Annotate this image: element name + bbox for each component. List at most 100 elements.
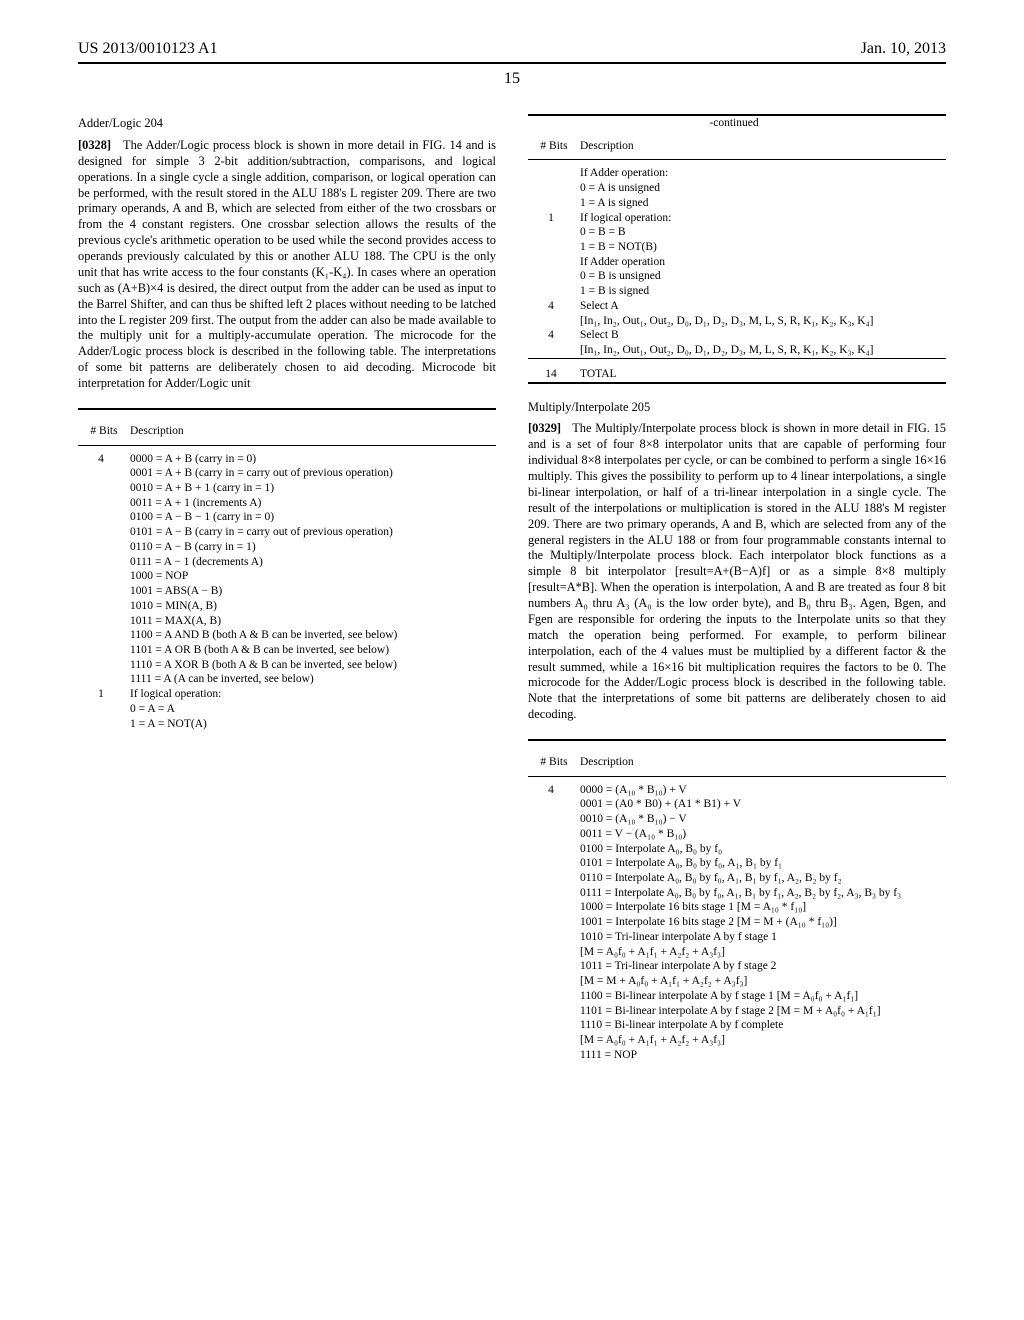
total-label: TOTAL bbox=[580, 361, 946, 383]
table-row: 0 = A = A bbox=[78, 702, 496, 717]
desc-cell: 1 = B = NOT(B) bbox=[580, 240, 946, 255]
bits-cell bbox=[528, 1004, 580, 1019]
bits-cell bbox=[78, 525, 130, 540]
desc-cell: [M = M + A₀f₀ + A₁f₁ + A₂f₂ + A₃f₃] bbox=[580, 974, 946, 989]
bits-cell: 1 bbox=[528, 211, 580, 226]
table-row: 1000 = NOP bbox=[78, 569, 496, 584]
table-row: 1110 = A XOR B (both A & B can be invert… bbox=[78, 658, 496, 673]
table-row: 0111 = Interpolate A₀, B₀ by f₀, A₁, B₁ … bbox=[528, 886, 946, 901]
patent-page: US 2013/0010123 A1 Jan. 10, 2013 15 Adde… bbox=[0, 0, 1024, 1320]
desc-cell: 1110 = A XOR B (both A & B can be invert… bbox=[130, 658, 496, 673]
bits-cell bbox=[528, 797, 580, 812]
desc-cell: Select A bbox=[580, 299, 946, 314]
table-row: 0101 = A − B (carry in = carry out of pr… bbox=[78, 525, 496, 540]
para-text: The Adder/Logic process block is shown i… bbox=[78, 138, 496, 390]
bits-cell bbox=[78, 702, 130, 717]
bits-cell bbox=[78, 569, 130, 584]
table-row: 1001 = Interpolate 16 bits stage 2 [M = … bbox=[528, 915, 946, 930]
table-row: 0001 = A + B (carry in = carry out of pr… bbox=[78, 466, 496, 481]
table-row: 0110 = Interpolate A₀, B₀ by f₀, A₁, B₁ … bbox=[528, 871, 946, 886]
page-number: 15 bbox=[0, 70, 1024, 88]
table-row: [In₁, In₂, Out₁, Out₂, D₀, D₁, D₂, D₃, M… bbox=[528, 343, 946, 358]
table-row: 1010 = MIN(A, B) bbox=[78, 599, 496, 614]
desc-cell: 1 = A is signed bbox=[580, 196, 946, 211]
desc-cell: [M = A₀f₀ + A₁f₁ + A₂f₂ + A₃f₃] bbox=[580, 1033, 946, 1048]
bits-cell bbox=[528, 225, 580, 240]
table-row: 1101 = Bi-linear interpolate A by f stag… bbox=[528, 1004, 946, 1019]
table-row: 1 = A = NOT(A) bbox=[78, 717, 496, 732]
table-row: 0011 = V − (A₁₀ * B₁₀) bbox=[528, 827, 946, 842]
desc-cell: 0110 = Interpolate A₀, B₀ by f₀, A₁, B₁ … bbox=[580, 871, 946, 886]
continued-label: -continued bbox=[528, 115, 946, 131]
desc-cell: 0001 = A + B (carry in = carry out of pr… bbox=[130, 466, 496, 481]
desc-cell: 1011 = MAX(A, B) bbox=[130, 614, 496, 629]
desc-cell: Select B bbox=[580, 328, 946, 343]
desc-cell: 1101 = A OR B (both A & B can be inverte… bbox=[130, 643, 496, 658]
table-row: 0011 = A + 1 (increments A) bbox=[78, 496, 496, 511]
table-row: [In₁, In₂, Out₁, Out₂, D₀, D₁, D₂, D₃, M… bbox=[528, 314, 946, 329]
table-row: 1111 = A (A can be inverted, see below) bbox=[78, 672, 496, 687]
bits-cell bbox=[78, 510, 130, 525]
table-row: 0 = A is unsigned bbox=[528, 181, 946, 196]
table-multiply-microcode: # Bits Description 40000 = (A₁₀ * B₁₀) +… bbox=[528, 739, 946, 1062]
table-row: 0100 = Interpolate A₀, B₀ by f₀ bbox=[528, 842, 946, 857]
table-row: 1000 = Interpolate 16 bits stage 1 [M = … bbox=[528, 900, 946, 915]
bits-cell bbox=[528, 181, 580, 196]
desc-cell: 1001 = Interpolate 16 bits stage 2 [M = … bbox=[580, 915, 946, 930]
desc-cell: 1010 = MIN(A, B) bbox=[130, 599, 496, 614]
bits-cell bbox=[78, 584, 130, 599]
bits-cell bbox=[528, 959, 580, 974]
table-row: [M = M + A₀f₀ + A₁f₁ + A₂f₂ + A₃f₃] bbox=[528, 974, 946, 989]
table-row: 0110 = A − B (carry in = 1) bbox=[78, 540, 496, 555]
header-rule bbox=[78, 62, 946, 64]
table-row: 1011 = Tri-linear interpolate A by f sta… bbox=[528, 959, 946, 974]
desc-cell: 0001 = (A0 * B0) + (A1 * B1) + V bbox=[580, 797, 946, 812]
bits-cell bbox=[528, 900, 580, 915]
bits-cell bbox=[528, 871, 580, 886]
desc-cell: 1000 = NOP bbox=[130, 569, 496, 584]
bits-cell bbox=[528, 812, 580, 827]
bits-cell: 4 bbox=[528, 299, 580, 314]
bits-cell bbox=[78, 496, 130, 511]
table-row: 1011 = MAX(A, B) bbox=[78, 614, 496, 629]
table-row: 0010 = (A₁₀ * B₁₀) − V bbox=[528, 812, 946, 827]
section-heading-multiply: Multiply/Interpolate 205 bbox=[528, 400, 946, 416]
bits-cell bbox=[528, 1033, 580, 1048]
table-adder-microcode: # Bits Description 40000 = A + B (carry … bbox=[78, 408, 496, 731]
bits-cell bbox=[528, 1018, 580, 1033]
publication-date: Jan. 10, 2013 bbox=[861, 40, 946, 58]
table-row: [M = A₀f₀ + A₁f₁ + A₂f₂ + A₃f₃] bbox=[528, 1033, 946, 1048]
table-row: [M = A₀f₀ + A₁f₁ + A₂f₂ + A₃f₃] bbox=[528, 945, 946, 960]
col-desc: Description bbox=[580, 747, 946, 776]
table-row: 0101 = Interpolate A₀, B₀ by f₀, A₁, B₁ … bbox=[528, 856, 946, 871]
bits-cell bbox=[78, 658, 130, 673]
bits-cell: 4 bbox=[528, 328, 580, 343]
desc-cell: If Adder operation bbox=[580, 255, 946, 270]
desc-cell: 1100 = A AND B (both A & B can be invert… bbox=[130, 628, 496, 643]
bits-cell bbox=[528, 343, 580, 358]
two-column-layout: Adder/Logic 204 [0328] The Adder/Logic p… bbox=[78, 114, 946, 1068]
desc-cell: 1001 = ABS(A − B) bbox=[130, 584, 496, 599]
desc-cell: 1111 = NOP bbox=[580, 1048, 946, 1063]
bits-cell bbox=[528, 314, 580, 329]
desc-cell: 1010 = Tri-linear interpolate A by f sta… bbox=[580, 930, 946, 945]
desc-cell: If logical operation: bbox=[130, 687, 496, 702]
para-number: [0329] bbox=[528, 421, 561, 435]
desc-cell: 1 = A = NOT(A) bbox=[130, 717, 496, 732]
bits-cell bbox=[528, 989, 580, 1004]
total-bits: 14 bbox=[528, 361, 580, 383]
table-row: 4Select B bbox=[528, 328, 946, 343]
desc-cell: 1111 = A (A can be inverted, see below) bbox=[130, 672, 496, 687]
table-row: 1100 = Bi-linear interpolate A by f stag… bbox=[528, 989, 946, 1004]
bits-cell bbox=[528, 974, 580, 989]
bits-cell: 4 bbox=[78, 452, 130, 467]
table-row: 1001 = ABS(A − B) bbox=[78, 584, 496, 599]
table-row: 1If logical operation: bbox=[78, 687, 496, 702]
desc-cell: 0 = A = A bbox=[130, 702, 496, 717]
table-row: 1 = B is signed bbox=[528, 284, 946, 299]
bits-cell bbox=[78, 481, 130, 496]
bits-cell bbox=[78, 628, 130, 643]
bits-cell bbox=[528, 856, 580, 871]
desc-cell: If logical operation: bbox=[580, 211, 946, 226]
right-column: -continued # Bits Description If Adder o… bbox=[528, 114, 946, 1068]
